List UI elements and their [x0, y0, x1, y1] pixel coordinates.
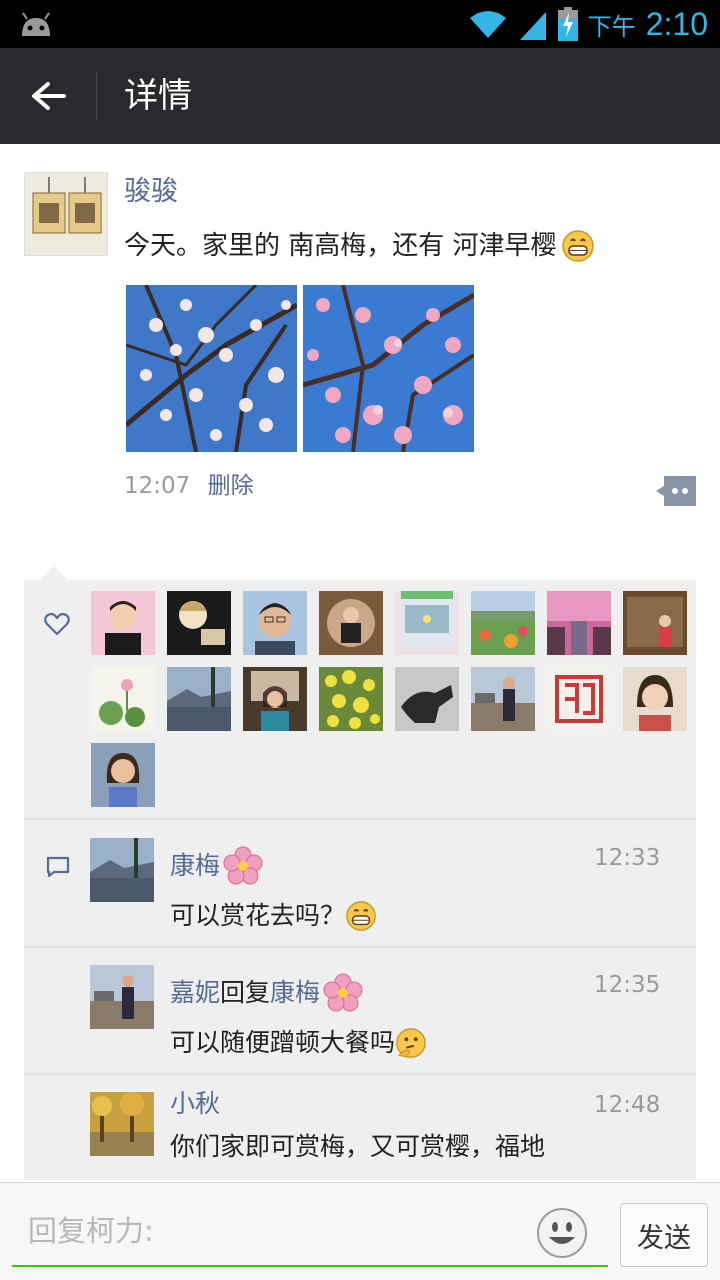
avatar-1 — [91, 591, 155, 655]
like-avatar[interactable] — [167, 667, 231, 731]
comment-author-name[interactable]: 小秋 — [170, 1084, 220, 1124]
like-avatar[interactable] — [395, 591, 459, 655]
like-avatar[interactable] — [243, 667, 307, 731]
comment-text: 你们家即可赏梅，又可赏樱，福地 — [170, 1127, 545, 1167]
comment-text-content: 你们家即可赏梅，又可赏樱，福地 — [170, 1132, 546, 1161]
like-avatar[interactable] — [547, 667, 611, 731]
like-avatar[interactable] — [471, 591, 535, 655]
cherry-blossom-image — [303, 285, 474, 452]
battery-charging-icon — [557, 7, 578, 41]
avatar-14 — [471, 667, 535, 731]
wifi-icon — [469, 11, 506, 38]
avatar-15 — [547, 667, 611, 731]
comment-author-name[interactable]: 康梅 — [170, 846, 220, 886]
like-avatar[interactable] — [91, 591, 155, 655]
cherry-blossom-photo[interactable] — [303, 285, 474, 452]
post-meta: 12:07 删除 — [124, 470, 254, 502]
like-avatar[interactable] — [547, 591, 611, 655]
panel-divider — [24, 818, 696, 820]
avatar-10 — [167, 667, 231, 731]
avatar-8 — [623, 591, 687, 655]
post-time: 12:07 — [124, 473, 191, 499]
send-button[interactable]: 发送 — [620, 1203, 708, 1267]
like-avatar[interactable] — [395, 667, 459, 731]
page-title: 详情 — [124, 76, 192, 116]
reply-to-name[interactable]: 康梅 — [270, 973, 320, 1013]
comment-time: 12:33 — [594, 845, 661, 871]
avatar-12 — [319, 667, 383, 731]
status-ampm: 下午 — [587, 12, 636, 41]
reply-bar: 发送 — [0, 1182, 720, 1280]
flower-emoji — [323, 973, 363, 1012]
back-button[interactable] — [18, 68, 78, 124]
comment-bubble-icon — [46, 856, 70, 878]
comment-text-content: 可以赏花去吗？ — [170, 901, 346, 930]
avatar-6 — [471, 591, 535, 655]
post-author-name[interactable]: 骏骏 — [124, 172, 178, 212]
flower-emoji — [223, 846, 263, 885]
avatar-3 — [243, 591, 307, 655]
comment-time: 12:35 — [594, 972, 661, 998]
post-text-content: 今天。家里的 南高梅，还有 河津早樱 — [124, 231, 557, 261]
comment-avatar[interactable] — [90, 838, 154, 902]
status-bar: 下午 2:10 — [0, 0, 720, 48]
android-icon — [22, 12, 50, 36]
like-avatar[interactable] — [319, 591, 383, 655]
action-bar-divider — [96, 72, 97, 120]
comment-time: 12:48 — [594, 1092, 661, 1118]
like-avatar[interactable] — [623, 591, 687, 655]
reply-word: 回复 — [220, 978, 271, 1007]
comment-dots-icon — [656, 476, 696, 506]
thinking-emoji — [396, 1028, 426, 1058]
commenter-avatar-image — [90, 1092, 154, 1156]
avatar-2 — [167, 591, 231, 655]
comment-text-content: 可以随便蹭顿大餐吗 — [170, 1028, 396, 1057]
grin-emoji — [561, 230, 594, 262]
author-avatar-image — [25, 173, 107, 255]
avatar-16 — [623, 667, 687, 731]
like-avatar[interactable] — [167, 591, 231, 655]
smiley-icon[interactable] — [536, 1207, 588, 1259]
post-author-avatar[interactable] — [24, 172, 108, 256]
status-time: 2:10 — [645, 5, 708, 42]
panel-divider — [24, 946, 696, 948]
comment-author-name[interactable]: 嘉妮 — [170, 973, 220, 1013]
like-avatar[interactable] — [623, 667, 687, 731]
comment-avatar[interactable] — [90, 1092, 154, 1156]
avatar-5 — [395, 591, 459, 655]
like-avatar[interactable] — [91, 743, 155, 807]
grin-emoji — [346, 901, 376, 931]
like-avatar[interactable] — [319, 667, 383, 731]
heart-icon — [44, 612, 70, 636]
comment-button[interactable] — [656, 476, 696, 506]
panel-divider — [24, 1073, 696, 1075]
commenter-avatar-image — [90, 965, 154, 1029]
action-bar: 详情 — [0, 48, 720, 144]
avatar-9 — [91, 667, 155, 731]
comment-author[interactable]: 康梅 — [170, 846, 264, 886]
like-avatar[interactable] — [471, 667, 535, 731]
comment-author[interactable]: 小秋 — [170, 1084, 220, 1124]
avatar-13 — [395, 667, 459, 731]
comment-text: 可以随便蹭顿大餐吗 — [170, 1023, 427, 1063]
like-avatar[interactable] — [91, 667, 155, 731]
delete-link[interactable]: 删除 — [208, 473, 254, 499]
post-text: 今天。家里的 南高梅，还有 河津早樱 — [124, 226, 595, 266]
comment-author: 嘉妮 回复 康梅 — [170, 973, 364, 1013]
signal-icon — [519, 12, 546, 40]
avatar-4 — [319, 591, 383, 655]
avatar-17 — [91, 743, 155, 807]
avatar-11 — [243, 667, 307, 731]
panel-arrow — [40, 566, 68, 580]
plum-blossom-photo[interactable] — [126, 285, 297, 452]
commenter-avatar-image — [90, 838, 154, 902]
like-avatar[interactable] — [243, 591, 307, 655]
reply-input[interactable] — [12, 1197, 608, 1267]
plum-blossom-image — [126, 285, 297, 452]
comment-avatar[interactable] — [90, 965, 154, 1029]
comment-text: 可以赏花去吗？ — [170, 896, 377, 936]
arrow-left-icon — [32, 82, 66, 110]
avatar-7 — [547, 591, 611, 655]
